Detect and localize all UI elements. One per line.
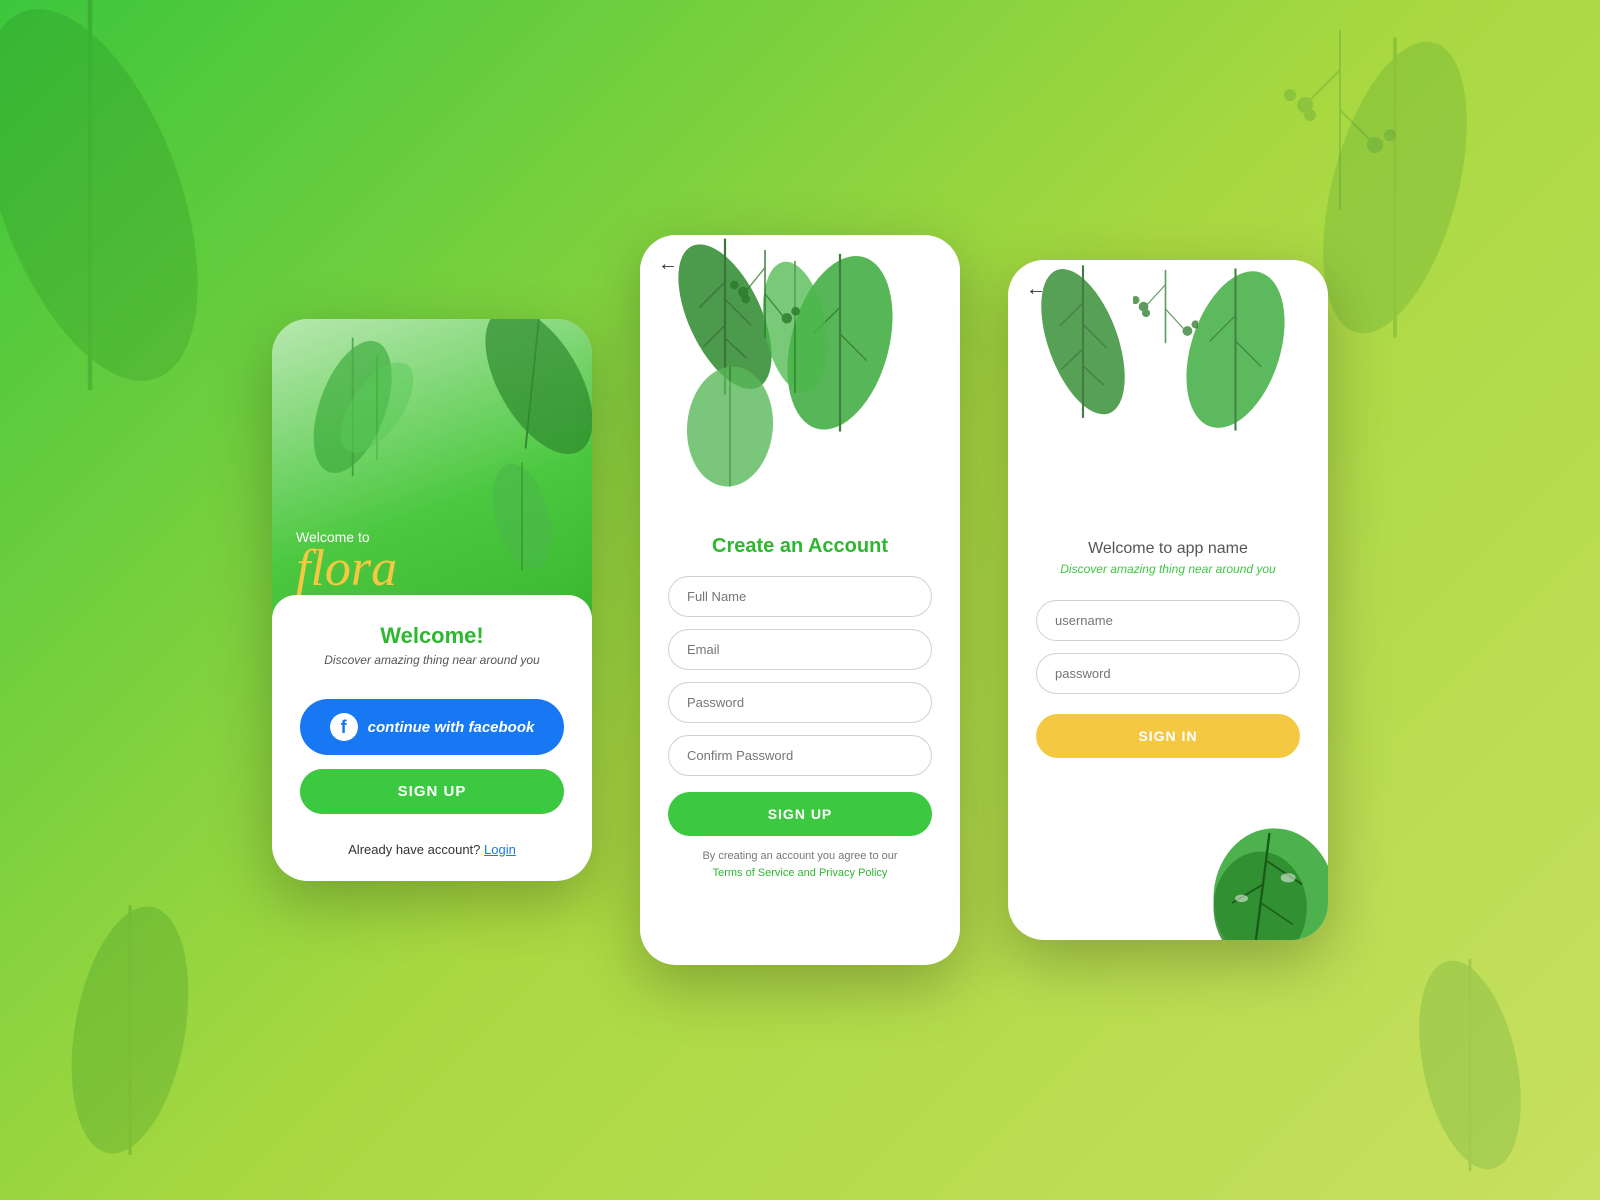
- phone2-header: ←: [640, 235, 960, 515]
- header-leaf-4: [332, 349, 422, 466]
- p3-berry: [1133, 270, 1198, 359]
- login-link[interactable]: Login: [484, 842, 516, 857]
- back-arrow-phone3[interactable]: ←: [1026, 278, 1046, 301]
- terms-text: By creating an account you agree to our …: [668, 848, 932, 881]
- signin-button[interactable]: SIGN IN: [1036, 714, 1300, 758]
- phone1-header: Welcome to flora: [272, 319, 592, 619]
- phone1-body: Welcome! Discover amazing thing near aro…: [272, 595, 592, 881]
- welcome-app-title: Welcome to app name: [1036, 540, 1300, 558]
- phone3-signin: ←: [1008, 260, 1328, 940]
- email-input[interactable]: [668, 629, 932, 670]
- phone3-form: Welcome to app name Discover amazing thi…: [1008, 520, 1328, 782]
- welcome-title: Welcome!: [300, 623, 564, 649]
- header-leaf-3: [472, 454, 572, 579]
- facebook-button[interactable]: f continue with facebook: [300, 699, 564, 755]
- app-name-flora: flora: [296, 543, 397, 595]
- signup-button[interactable]: SIGN UP: [300, 769, 564, 814]
- signin-button-label: SIGN IN: [1138, 728, 1197, 744]
- phone3-header: ←: [1008, 260, 1328, 520]
- terms-link[interactable]: Terms of Service and Privacy Policy: [713, 867, 888, 879]
- already-account-text: Already have account? Login: [300, 842, 564, 857]
- username-input[interactable]: [1036, 600, 1300, 641]
- phone3-bottom-leaf: [1178, 805, 1328, 940]
- signup-button-phone2[interactable]: SIGN UP: [668, 792, 932, 836]
- back-arrow-phone2[interactable]: ←: [658, 253, 678, 276]
- phone3-bottom-leaf-svg: [1178, 805, 1328, 940]
- welcome-app-subtitle: Discover amazing thing near around you: [1036, 562, 1300, 576]
- signin-password-input[interactable]: [1036, 653, 1300, 694]
- phone2-form: Create an Account SIGN UP By creating an…: [640, 515, 960, 905]
- signup-button-phone2-label: SIGN UP: [768, 806, 833, 822]
- confirm-password-input[interactable]: [668, 735, 932, 776]
- facebook-button-label: continue with facebook: [368, 719, 535, 736]
- full-name-input[interactable]: [668, 576, 932, 617]
- phone2-signup: ←: [640, 235, 960, 965]
- phone1-welcome: Welcome to flora Welcome! Discover amazi…: [272, 319, 592, 881]
- signup-button-label: SIGN UP: [398, 783, 467, 800]
- p2-leaf-4: [670, 358, 790, 495]
- create-account-title: Create an Account: [668, 535, 932, 558]
- phones-container: Welcome to flora Welcome! Discover amazi…: [272, 235, 1328, 965]
- facebook-icon: f: [330, 713, 358, 741]
- welcome-subtitle: Discover amazing thing near around you: [300, 653, 564, 667]
- password-input[interactable]: [668, 682, 932, 723]
- p2-berry: [730, 250, 800, 355]
